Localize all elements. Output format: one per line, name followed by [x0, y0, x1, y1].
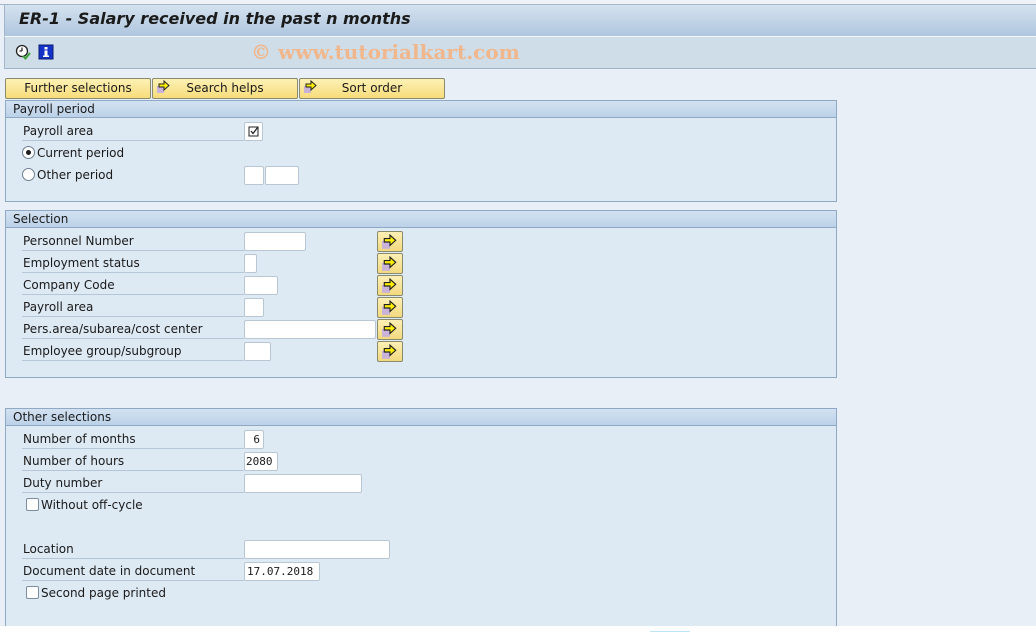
- payroll-area-label: Payroll area: [22, 121, 244, 141]
- current-period-radio[interactable]: [22, 146, 35, 159]
- sort-order-button[interactable]: Sort order: [299, 78, 445, 99]
- without-off-cycle-checkbox[interactable]: [26, 498, 39, 511]
- search-helps-label: Search helps: [186, 81, 264, 95]
- duty-number-input[interactable]: [244, 474, 362, 493]
- status-bar: [0, 626, 1036, 632]
- title-bar: ER-1 - Salary received in the past n mon…: [4, 5, 1036, 36]
- sort-order-label: Sort order: [341, 81, 403, 95]
- document-date-label: Document date in document: [22, 561, 244, 581]
- personnel-number-label: Personnel Number: [22, 231, 244, 251]
- arrow-right-icon: [382, 300, 397, 315]
- payroll-area-sel-row: Payroll area: [22, 297, 422, 317]
- pers-area-label: Pers.area/subarea/cost center: [22, 319, 244, 339]
- number-of-hours-input[interactable]: 2080: [244, 452, 278, 471]
- without-off-cycle-row: Without off-cycle: [22, 495, 422, 515]
- document-date-input[interactable]: 17.07.2018: [244, 562, 320, 581]
- application-toolbar: © www.tutorialkart.com: [4, 36, 1036, 69]
- number-of-months-row: Number of months 6: [22, 429, 422, 449]
- employee-group-label: Employee group/subgroup: [22, 341, 244, 361]
- location-row: Location: [22, 539, 422, 559]
- employee-group-multiple-selection-button[interactable]: [377, 341, 403, 362]
- second-page-printed-checkbox[interactable]: [26, 586, 39, 599]
- company-code-input[interactable]: [244, 276, 278, 295]
- company-code-row: Company Code: [22, 275, 422, 295]
- payroll-area-sel-input[interactable]: [244, 298, 264, 317]
- page-title: ER-1 - Salary received in the past n mon…: [19, 9, 411, 28]
- other-period-year-input[interactable]: [265, 166, 299, 185]
- payroll-area-checkbox[interactable]: [244, 122, 263, 141]
- payroll-area-sel-label: Payroll area: [22, 297, 244, 317]
- info-icon[interactable]: [38, 44, 54, 60]
- current-period-row: Current period: [22, 143, 422, 163]
- arrow-right-icon: [382, 322, 397, 337]
- arrow-right-icon: [382, 256, 397, 271]
- further-selections-button[interactable]: Further selections: [5, 78, 151, 99]
- without-off-cycle-label: Without off-cycle: [41, 498, 143, 512]
- payroll-area-row: Payroll area: [22, 121, 422, 141]
- employment-status-multiple-selection-button[interactable]: [377, 253, 403, 274]
- duty-number-row: Duty number: [22, 473, 422, 493]
- employee-group-row: Employee group/subgroup: [22, 341, 422, 361]
- employment-status-row: Employment status: [22, 253, 422, 273]
- company-code-multiple-selection-button[interactable]: [377, 275, 403, 296]
- employee-group-input[interactable]: [244, 342, 271, 361]
- arrow-right-icon: [382, 234, 397, 249]
- payroll-area-multiple-selection-button[interactable]: [377, 297, 403, 318]
- other-selections-group: Other selections Number of months 6 Numb…: [5, 408, 837, 628]
- number-of-months-input[interactable]: 6: [244, 430, 264, 449]
- arrow-right-icon: [382, 344, 397, 359]
- further-selections-label: Further selections: [24, 81, 132, 95]
- document-date-row: Document date in document 17.07.2018: [22, 561, 422, 581]
- personnel-number-multiple-selection-button[interactable]: [377, 231, 403, 252]
- selection-title: Selection: [6, 210, 836, 228]
- employment-status-input[interactable]: [244, 254, 257, 273]
- arrow-right-icon: [157, 79, 171, 94]
- other-selections-title: Other selections: [6, 408, 836, 426]
- other-period-period-input[interactable]: [244, 166, 264, 185]
- other-period-label: Other period: [37, 168, 114, 182]
- employment-status-label: Employment status: [22, 253, 244, 273]
- personnel-number-row: Personnel Number: [22, 231, 422, 251]
- location-label: Location: [22, 539, 244, 559]
- location-input[interactable]: [244, 540, 390, 559]
- pers-area-input[interactable]: [244, 320, 376, 339]
- pers-area-multiple-selection-button[interactable]: [377, 319, 403, 340]
- watermark-text: © www.tutorialkart.com: [251, 40, 520, 64]
- number-of-hours-label: Number of hours: [22, 451, 244, 471]
- second-page-printed-row: Second page printed: [22, 583, 422, 603]
- company-code-label: Company Code: [22, 275, 244, 295]
- arrow-right-icon: [304, 79, 318, 94]
- other-period-radio[interactable]: [22, 168, 35, 181]
- search-helps-button[interactable]: Search helps: [152, 78, 298, 99]
- payroll-period-title: Payroll period: [6, 100, 836, 118]
- number-of-hours-row: Number of hours 2080: [22, 451, 422, 471]
- pers-area-row: Pers.area/subarea/cost center: [22, 319, 422, 339]
- execute-clock-icon[interactable]: [15, 44, 31, 60]
- other-period-row: Other period: [22, 165, 422, 185]
- arrow-right-icon: [382, 278, 397, 293]
- number-of-months-label: Number of months: [22, 429, 244, 449]
- current-period-label: Current period: [37, 146, 125, 160]
- selection-group: Selection Personnel Number Employment st…: [5, 210, 837, 378]
- duty-number-label: Duty number: [22, 473, 244, 493]
- payroll-period-group: Payroll period Payroll area Current peri…: [5, 100, 837, 202]
- personnel-number-input[interactable]: [244, 232, 306, 251]
- second-page-printed-label: Second page printed: [41, 586, 166, 600]
